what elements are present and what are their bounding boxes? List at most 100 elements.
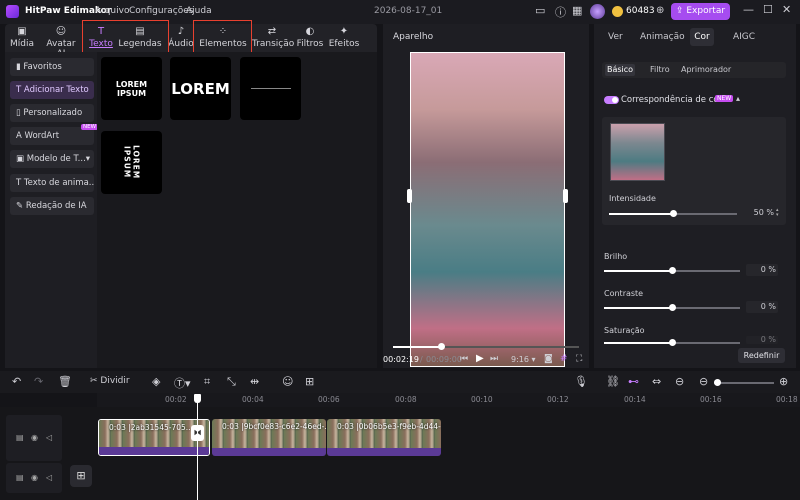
intensity-stepper[interactable]: ▴ ▾: [776, 208, 779, 218]
link-icon[interactable]: ⛓: [606, 375, 620, 388]
preview-frame[interactable]: [410, 52, 565, 367]
reset-button[interactable]: Redefinir: [738, 348, 785, 363]
color-match-toggle[interactable]: [604, 96, 619, 104]
playhead-handle[interactable]: [194, 394, 201, 403]
prev-frame-icon[interactable]: ⏮: [460, 354, 468, 364]
grid-icon[interactable]: #: [560, 354, 568, 364]
flip-icon[interactable]: ⇹: [250, 375, 259, 388]
keyboard-icon[interactable]: ▦: [572, 4, 582, 17]
media-icon: ▣: [17, 26, 27, 37]
subtab-aprimorador[interactable]: Aprimorador: [681, 65, 731, 74]
contrast-slider[interactable]: [604, 304, 740, 311]
tab-animacao[interactable]: Animação: [640, 32, 685, 42]
close-icon[interactable]: ✕: [782, 3, 791, 16]
play-icon[interactable]: ▶: [476, 353, 484, 364]
tab-aigc[interactable]: AIGC: [733, 32, 755, 42]
timeline-clip[interactable]: 0:03 |0b06b5e3-f9eb-4d44-...: [327, 419, 441, 456]
undo-icon[interactable]: ↶: [12, 375, 21, 388]
maximize-icon[interactable]: ☐: [763, 3, 773, 16]
tab-avatar-ai[interactable]: ☺Avatar AI: [41, 24, 81, 59]
split-button[interactable]: ✂ Dividir: [90, 376, 130, 386]
sidebar-item-adicionar-texto[interactable]: T Adicionar Texto: [10, 81, 94, 99]
intensity-slider[interactable]: [609, 210, 737, 217]
snapshot-icon[interactable]: ◙: [544, 354, 553, 364]
delete-icon[interactable]: 🗑: [58, 375, 72, 388]
menu-ajuda[interactable]: Ajuda: [186, 6, 212, 16]
tab-transicao[interactable]: ⇄ Transição: [252, 24, 294, 52]
resize-handle-left[interactable]: [407, 189, 412, 203]
sidebar-item-redacao-ia[interactable]: ✎ Redação de IA: [10, 197, 94, 215]
avatar[interactable]: [590, 4, 605, 19]
track-visibility-icon[interactable]: ◉: [31, 473, 38, 482]
add-track-button[interactable]: ⊞: [70, 465, 92, 487]
sidebar-item-texto-animado[interactable]: T Texto de anima...: [10, 174, 94, 192]
ruler-tick: 00:16: [700, 395, 722, 404]
playback-progress[interactable]: [393, 343, 579, 350]
text-tile-vertical[interactable]: LOREM IPSUM: [101, 131, 162, 194]
tab-midia[interactable]: ▣ Mídia: [5, 24, 39, 52]
feedback-icon[interactable]: ▭: [535, 4, 545, 17]
menu-configuracoes[interactable]: Configurações: [129, 6, 193, 16]
minimize-icon[interactable]: —: [743, 3, 754, 16]
credits-add-icon[interactable]: ⊕: [656, 5, 664, 16]
zoom-out-icon[interactable]: ⊖: [699, 375, 708, 388]
contrast-slider-knob[interactable]: [669, 304, 676, 311]
subtab-basico[interactable]: Básico: [605, 64, 635, 76]
fullscreen-icon[interactable]: ⛶: [576, 354, 582, 364]
text-tile-small[interactable]: [240, 57, 301, 120]
brightness-label: Brilho: [604, 252, 628, 261]
face-icon[interactable]: ☺: [282, 375, 293, 388]
export-button[interactable]: ⇪ Exportar: [671, 3, 730, 20]
saturation-slider[interactable]: [604, 339, 740, 346]
chevron-up-icon[interactable]: ▴: [736, 94, 740, 103]
brightness-value[interactable]: 0 %: [746, 264, 778, 276]
tab-efeitos[interactable]: ✦ Efeitos: [327, 24, 361, 52]
track-audio-icon[interactable]: ◁: [46, 473, 52, 482]
fit-icon[interactable]: ⊖: [675, 375, 684, 388]
resize-handle-right[interactable]: [563, 189, 568, 203]
brightness-slider-knob[interactable]: [669, 267, 676, 274]
text-tool-icon[interactable]: Ⓣ▾: [174, 375, 191, 391]
contrast-value[interactable]: 0 %: [746, 301, 778, 313]
zoom-in-icon[interactable]: ⊕: [779, 375, 788, 388]
saturation-slider-knob[interactable]: [669, 339, 676, 346]
sidebar-item-favoritos[interactable]: ▮ Favoritos: [10, 58, 94, 76]
sidebar-item-modelo-de-texto[interactable]: ▣ Modelo de T... ▾: [10, 150, 94, 168]
aspect-ratio-select[interactable]: 9:16 ▾: [511, 355, 536, 364]
shield-icon[interactable]: ◈: [152, 375, 160, 388]
zoom-slider-knob[interactable]: [714, 379, 721, 386]
next-frame-icon[interactable]: ⏭: [490, 354, 498, 364]
track-visibility-icon[interactable]: ◉: [31, 433, 38, 442]
snap-icon[interactable]: ⇔: [652, 375, 661, 388]
track-lock-icon[interactable]: ▤: [16, 473, 24, 482]
redo-icon[interactable]: ↷: [34, 375, 43, 388]
clip-label: 0:03 |0b06b5e3-f9eb-4d44-...: [337, 422, 441, 431]
text-sidebar: ▮ Favoritos T Adicionar Texto ▯ Personal…: [5, 52, 99, 368]
tab-filtros[interactable]: ◐ Filtros: [295, 24, 325, 52]
brightness-slider[interactable]: [604, 267, 740, 274]
sidebar-item-personalizado[interactable]: ▯ Personalizado: [10, 104, 94, 122]
info-icon[interactable]: ⓘ: [555, 4, 566, 20]
menu-arquivo[interactable]: Arquivo: [95, 6, 129, 16]
add-media-icon[interactable]: ⊞: [305, 375, 314, 388]
playhead[interactable]: [197, 394, 198, 500]
track-lock-icon[interactable]: ▤: [16, 433, 24, 442]
timeline-clip[interactable]: 0:03 |9bcf0e83-c6e2-46ed-...: [212, 419, 326, 456]
reference-thumbnail[interactable]: [610, 123, 665, 181]
text-tile-lorem-ipsum[interactable]: LOREM IPSUM: [101, 57, 162, 120]
resize-icon[interactable]: ⤡: [227, 375, 236, 389]
crop-icon[interactable]: ⌗: [204, 375, 210, 389]
intensity-slider-knob[interactable]: [670, 210, 677, 217]
magnet-icon[interactable]: ⊷: [628, 375, 639, 388]
saturation-value[interactable]: 0 %: [746, 336, 778, 344]
microphone-icon[interactable]: 🎙: [574, 375, 588, 388]
tab-ver[interactable]: Ver: [608, 32, 623, 42]
zoom-slider[interactable]: [714, 379, 774, 386]
timeline-ruler[interactable]: 00:02 00:04 00:06 00:08 00:10 00:12 00:1…: [97, 393, 800, 407]
text-tile-lorem[interactable]: LOREM: [170, 57, 231, 120]
track-audio-icon[interactable]: ◁: [46, 433, 52, 442]
tab-cor[interactable]: Cor: [690, 28, 714, 46]
subtab-filtro[interactable]: Filtro: [650, 65, 670, 74]
intensity-value[interactable]: 50 %: [746, 207, 774, 219]
tab-audio[interactable]: ♪ Áudio: [167, 24, 195, 52]
